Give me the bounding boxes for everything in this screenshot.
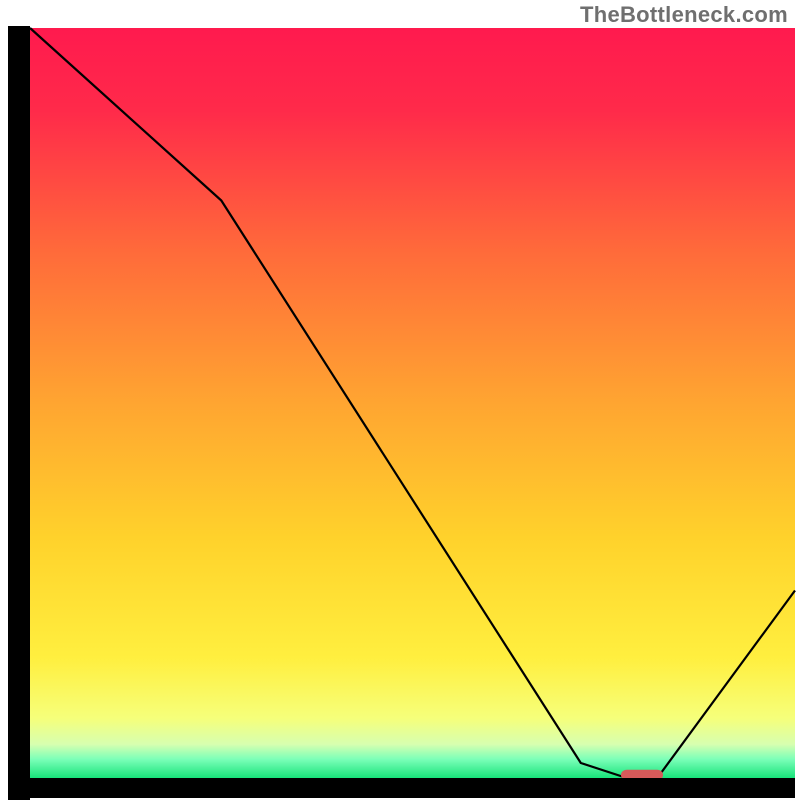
bottleneck-chart <box>0 0 800 800</box>
watermark-text: TheBottleneck.com <box>580 2 788 28</box>
plot-gradient-background <box>30 28 795 778</box>
y-axis <box>8 26 30 800</box>
x-axis <box>8 778 795 798</box>
